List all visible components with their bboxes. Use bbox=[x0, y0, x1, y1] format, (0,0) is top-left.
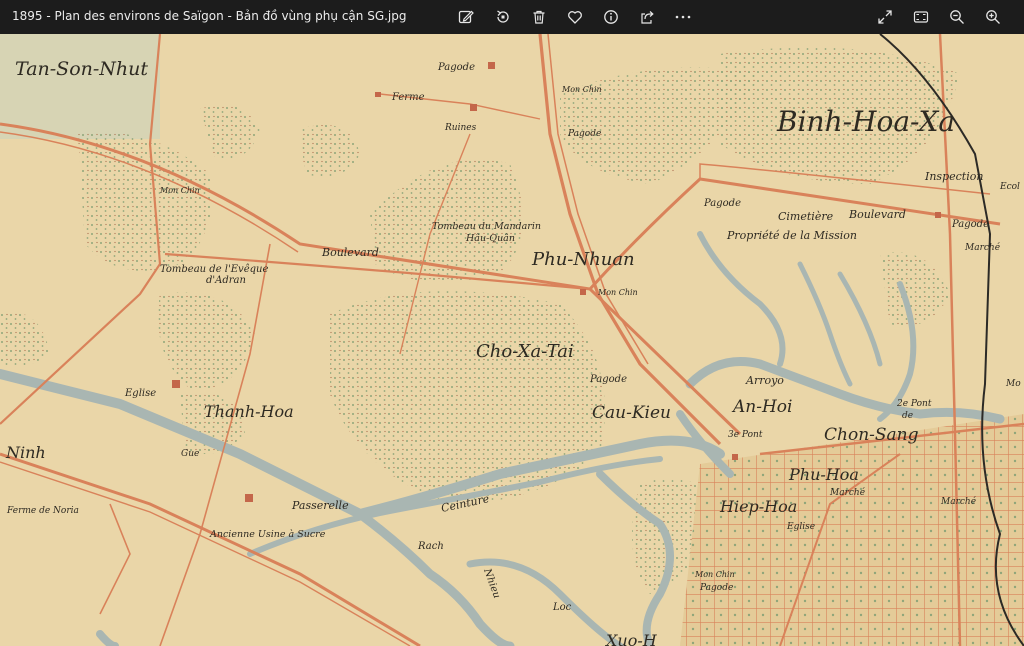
rotate-icon bbox=[497, 10, 509, 23]
label-binh-hoa-xa: Binh-Hoa-Xa bbox=[776, 105, 955, 138]
label-xuong-partial: Xuo-H bbox=[604, 631, 658, 646]
zoom-in-button[interactable] bbox=[980, 4, 1006, 30]
label-mon-right-edge: Mo bbox=[1005, 379, 1021, 389]
label-hau-quan: Hâu-Quân bbox=[465, 233, 515, 244]
label-phu-nhuan: Phu-Nhuan bbox=[531, 249, 635, 270]
label-tombeau-mandarin: Tombeau du Mandarin bbox=[432, 221, 541, 232]
label-cau-kieu: Cau-Kieu bbox=[592, 403, 671, 423]
label-mon-chin-left: Mon Chin bbox=[159, 186, 200, 195]
label-boulevard-left: Boulevard bbox=[321, 246, 379, 259]
label-pont-de: de bbox=[902, 411, 913, 421]
more-options-button[interactable] bbox=[670, 4, 696, 30]
info-button[interactable] bbox=[598, 4, 624, 30]
label-phu-hoa: Phu-Hoa bbox=[788, 465, 859, 484]
trash-icon bbox=[533, 10, 545, 24]
edit-image-button[interactable] bbox=[453, 4, 479, 30]
label-eglise-right: Eglise bbox=[786, 522, 815, 532]
image-viewer[interactable]: Tan-Son-Nhut Pagode Ferme Ruines Mon Chi… bbox=[0, 34, 1024, 646]
label-hiep-hoa: Hiep-Hoa bbox=[719, 497, 797, 516]
label-cimetiere: Cimetière bbox=[778, 210, 834, 223]
label-pagode-right: Pagode bbox=[951, 219, 989, 230]
label-chon-sang: Chon-Sang bbox=[824, 425, 919, 445]
favorite-button[interactable] bbox=[562, 4, 588, 30]
label-passerelle: Passerelle bbox=[291, 499, 349, 512]
label-pont-3: 3e Pont bbox=[728, 430, 763, 440]
label-marche-center: Marché bbox=[829, 487, 866, 498]
share-button[interactable] bbox=[634, 4, 660, 30]
rotate-button[interactable] bbox=[490, 4, 516, 30]
label-boulevard-right: Boulevard bbox=[848, 208, 906, 221]
label-propriete-mission: Propriété de la Mission bbox=[726, 229, 857, 242]
zoom-out-icon bbox=[950, 10, 964, 24]
expand-icon bbox=[878, 10, 892, 24]
label-ferme-noria: Ferme de Noria bbox=[6, 506, 79, 516]
info-icon bbox=[604, 10, 618, 24]
historical-map[interactable]: Tan-Son-Nhut Pagode Ferme Ruines Mon Chi… bbox=[0, 34, 1024, 646]
label-rach: Rach bbox=[417, 541, 444, 552]
edit-image-icon bbox=[458, 10, 474, 24]
label-d-adran: d'Adran bbox=[206, 275, 246, 286]
delete-button[interactable] bbox=[526, 4, 552, 30]
label-cho-xa-tai: Cho-Xa-Tai bbox=[476, 341, 574, 362]
label-ecole: Ecol bbox=[999, 182, 1020, 192]
label-marche-far: Marché bbox=[940, 496, 977, 507]
fit-window-button[interactable] bbox=[908, 4, 934, 30]
fullscreen-button[interactable] bbox=[872, 4, 898, 30]
title-bar: 1895 - Plan des environs de Saïgon - Bản… bbox=[0, 0, 1024, 34]
zoom-in-icon bbox=[986, 10, 1000, 24]
label-pagode-top: Pagode bbox=[437, 62, 475, 73]
label-pont-2: 2e Pont bbox=[896, 399, 932, 409]
label-ninh: Ninh bbox=[5, 443, 46, 462]
label-loc: Loc bbox=[552, 602, 572, 613]
share-icon bbox=[641, 11, 654, 24]
window-title: 1895 - Plan des environs de Saïgon - Bản… bbox=[12, 9, 407, 23]
zoom-out-button[interactable] bbox=[944, 4, 970, 30]
label-pagode-2: Pagode bbox=[567, 129, 601, 139]
label-tan-son-nhut: Tan-Son-Nhut bbox=[15, 58, 148, 80]
label-marche-right: Marché bbox=[964, 242, 1001, 253]
label-an-hoi: An-Hoi bbox=[731, 397, 792, 417]
label-mon-chin-bottom: Mon Chin bbox=[694, 570, 735, 579]
label-tombeau-eveque: Tombeau de l'Evêque bbox=[160, 264, 268, 275]
map-airfield-area bbox=[0, 34, 160, 139]
label-arroyo: Arroyo bbox=[745, 374, 784, 387]
label-eglise-left: Eglise bbox=[124, 388, 156, 399]
label-thanh-hoa: Thanh-Hoa bbox=[204, 402, 294, 421]
label-ferme: Ferme bbox=[391, 92, 425, 103]
label-ancienne-usine: Ancienne Usine à Sucre bbox=[209, 529, 326, 540]
fit-window-icon bbox=[913, 11, 929, 23]
label-gue: Gue bbox=[181, 449, 199, 459]
label-pagode-bottom: Pagode bbox=[699, 583, 733, 593]
label-pagode-3: Pagode bbox=[703, 198, 741, 209]
more-icon bbox=[675, 15, 691, 19]
label-inspection: Inspection bbox=[924, 170, 983, 183]
label-mon-chin-center: Mon Chin bbox=[597, 288, 638, 297]
label-pagode-center: Pagode bbox=[589, 374, 627, 385]
label-ruines: Ruines bbox=[444, 123, 477, 133]
heart-icon bbox=[568, 11, 582, 24]
label-mon-chin-top: Mon Chin bbox=[561, 85, 602, 94]
